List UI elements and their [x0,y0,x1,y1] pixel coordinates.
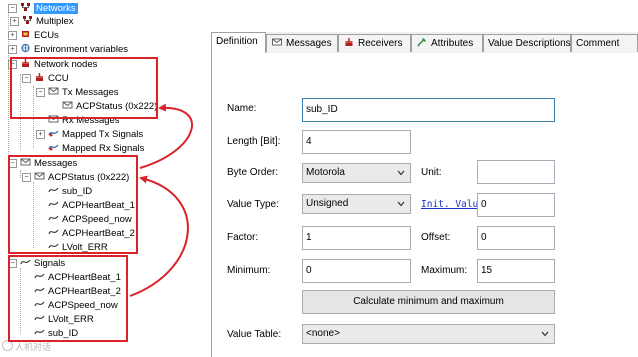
byte-order-label: Byte Order: [227,167,279,178]
expand-toggle[interactable]: + [8,31,17,40]
tree-item-environment-variables[interactable]: + Environment variables [8,43,128,56]
tab-bar: Definition Messages Receivers Attributes… [211,32,638,54]
factor-value: 1 [306,232,312,243]
maximum-label: Maximum: [421,265,468,276]
length-label: Length [Bit]: [227,136,281,147]
length-field[interactable]: 4 [302,130,411,154]
highlight-box-signals [8,255,128,342]
tab-value-descriptions[interactable]: Value Descriptions [483,34,571,52]
tab-comment[interactable]: Comment [571,34,638,52]
offset-value: 0 [481,232,487,243]
mapped-signal-icon [48,130,59,137]
tree-item-multiplex[interactable]: + Multiplex [10,15,74,28]
tree-item-label: Multiplex [36,16,74,27]
byte-order-select[interactable]: Motorola [302,163,411,183]
tab-label: Receivers [358,38,403,49]
tab-receivers[interactable]: Receivers [338,34,411,52]
tree-item-mapped-rx-signals[interactable]: Mapped Rx Signals [48,142,144,155]
tree-view[interactable]: − Networks + Multiplex + ECUs + Environm… [0,0,208,357]
minimum-field[interactable]: 0 [302,259,411,283]
tree-item-ecus[interactable]: + ECUs [8,29,59,42]
name-field[interactable]: sub_ID [302,98,555,122]
chevron-down-icon [397,165,405,176]
definition-form: Name: sub_ID Length [Bit]: 4 Byte Order:… [211,53,638,357]
chevron-down-icon [397,196,405,207]
tree-item-networks[interactable]: − Networks [8,2,78,15]
name-value: sub_ID [306,104,338,115]
network-icon [23,16,32,24]
unit-field[interactable] [477,160,555,184]
attributes-icon [417,37,427,47]
tab-label: Attributes [431,38,474,49]
calculate-min-max-button[interactable]: Calculate minimum and maximum [302,290,555,314]
tree-item-mapped-tx-signals[interactable]: + Mapped Tx Signals [36,128,144,141]
tab-label: Definition [216,36,258,47]
highlight-box-network-nodes [10,57,158,119]
watermark-text: 人机对话 [15,342,52,352]
tree-item-label: Environment variables [34,44,128,55]
button-label: Calculate minimum and maximum [353,296,504,307]
value-table-select[interactable]: <none> [302,324,555,344]
factor-field[interactable]: 1 [302,226,411,250]
message-icon [272,38,282,46]
byte-order-value: Motorola [306,167,345,178]
offset-field[interactable]: 0 [477,226,555,250]
ecu-icon [22,31,29,37]
tree-item-label: Networks [34,3,78,14]
init-value: 0 [481,199,487,210]
signal-properties-panel: Definition Messages Receivers Attributes… [208,0,638,357]
value-table-label: Value Table: [227,329,282,340]
node-icon [345,38,353,46]
tab-label: Messages [286,38,332,49]
value-type-select[interactable]: Unsigned [302,194,411,214]
tab-definition[interactable]: Definition [211,32,266,54]
tab-label: Comment [576,38,620,49]
factor-label: Factor: [227,232,259,243]
chevron-down-icon [541,326,549,337]
maximum-value: 15 [481,265,493,276]
unit-label: Unit: [421,167,442,178]
tab-attributes[interactable]: Attributes [411,34,483,52]
minimum-value: 0 [306,265,312,276]
tab-messages[interactable]: Messages [266,34,338,52]
minimum-label: Minimum: [227,265,271,276]
network-icon [21,3,30,11]
tree-item-label: Mapped Rx Signals [62,143,145,154]
value-type-label: Value Type: [227,199,279,210]
collapse-toggle[interactable]: − [8,4,17,13]
value-type-value: Unsigned [306,198,349,209]
value-table-value: <none> [306,328,340,339]
expand-toggle[interactable]: + [8,45,17,54]
mapped-signal-icon [48,144,59,151]
tree-item-label: ECUs [34,30,59,41]
length-value: 4 [306,136,312,147]
expand-toggle[interactable]: + [36,130,45,139]
highlight-box-messages [8,155,138,254]
offset-label: Offset: [421,232,451,243]
tab-label: Value Descriptions [488,38,571,49]
name-label: Name: [227,103,257,114]
maximum-field[interactable]: 15 [477,259,555,283]
init-value-field[interactable]: 0 [477,193,555,217]
init-value-link[interactable]: Init. Value [421,199,478,210]
tree-item-label: Mapped Tx Signals [62,129,144,140]
expand-toggle[interactable]: + [10,17,19,26]
environment-icon [21,43,30,53]
